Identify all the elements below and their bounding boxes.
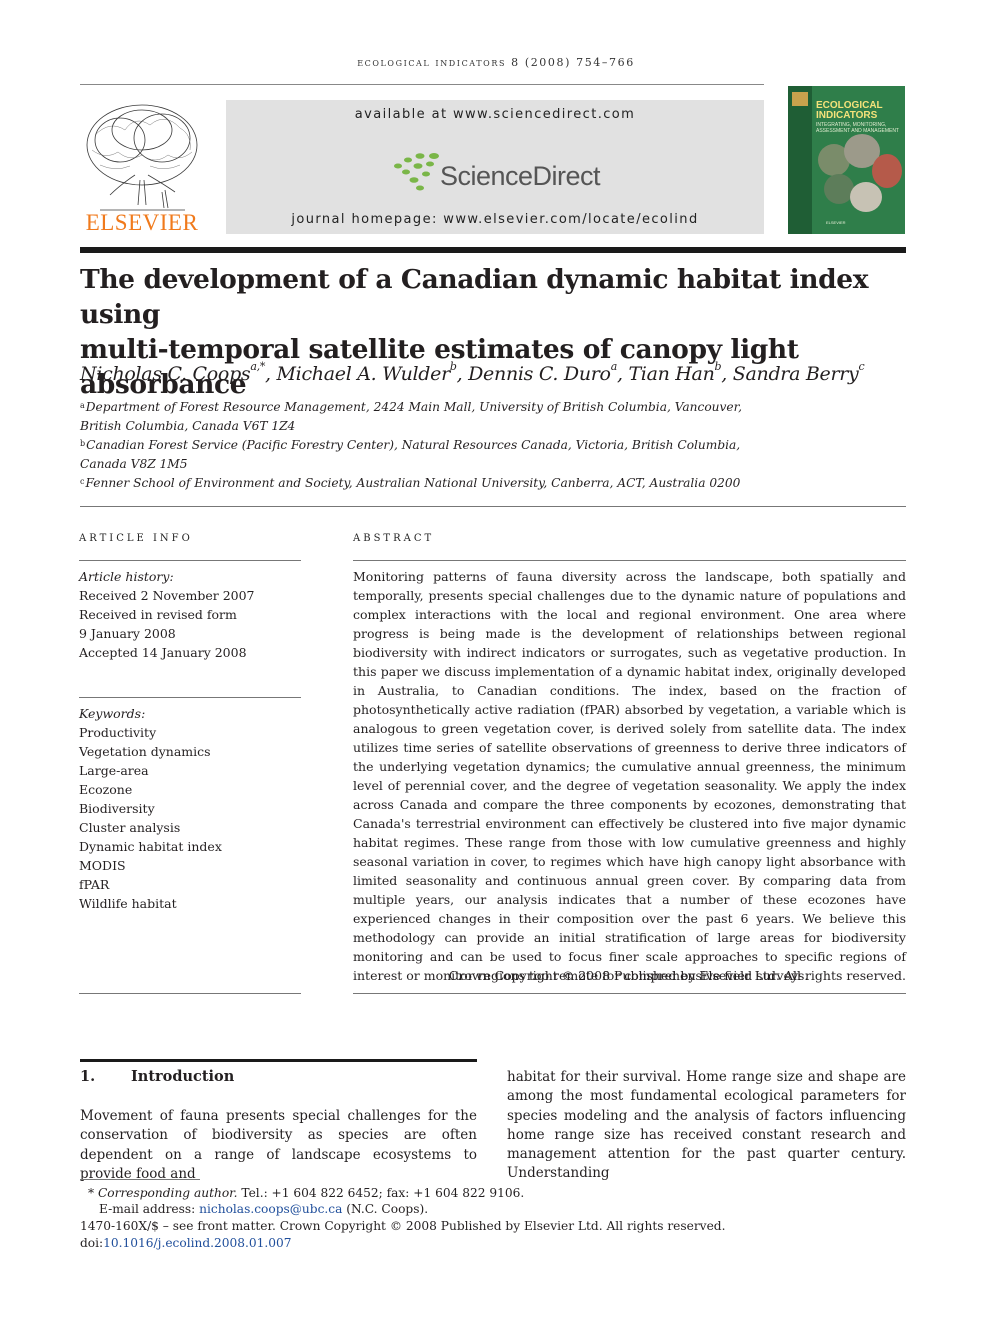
abstract-bottom-rule — [353, 993, 906, 994]
affiliation-line: Fenner School of Environment and Society… — [85, 476, 741, 490]
author-separator: , — [721, 363, 733, 385]
affiliation-rule — [80, 506, 906, 507]
affiliation-b: bCanadian Forest Service (Pacific Forest… — [80, 436, 740, 473]
elsevier-wordmark: ELSEVIER — [85, 210, 199, 235]
footnote-marker: * — [88, 1186, 95, 1200]
author-separator: , — [265, 363, 277, 385]
introduction-left-column: Movement of fauna presents special chall… — [80, 1108, 477, 1182]
corresponding-author-footnote: * Corresponding author. Tel.: +1 604 822… — [80, 1185, 524, 1202]
author-name: Michael A. Wulder — [276, 363, 451, 385]
title-rule — [80, 247, 906, 253]
author-affiliation-marker[interactable]: b — [715, 360, 722, 373]
journal-citation: ecological indicators 8 (2008) 754–766 — [357, 56, 635, 69]
abstract-heading: abstract — [353, 533, 435, 544]
author-separator: , — [616, 363, 629, 385]
section-number: 1. — [80, 1068, 96, 1085]
doi-link[interactable]: 10.1016/j.ecolind.2008.01.007 — [103, 1236, 291, 1250]
article-history-label: Article history: — [79, 569, 174, 584]
cover-footer: ELSEVIER — [826, 220, 846, 225]
history-item: 9 January 2008 — [79, 626, 176, 641]
available-at-text: available at www.sciencedirect.com — [354, 107, 636, 122]
cover-title-line2: INDICATORS — [816, 110, 878, 121]
keyword: MODIS — [79, 858, 126, 873]
cover-title: ECOLOGICAL INDICATORS — [816, 101, 883, 121]
keywords-label: Keywords: — [79, 706, 146, 721]
keyword: Cluster analysis — [79, 820, 181, 835]
section-title: Introduction — [131, 1068, 235, 1085]
history-item: Received in revised form — [79, 607, 237, 622]
history-item: Accepted 14 January 2008 — [79, 645, 247, 660]
abstract-text: Monitoring patterns of fauna diversity a… — [353, 569, 906, 983]
affiliation-line: Canada V8Z 1M5 — [80, 456, 188, 471]
introduction-right-column: habitat for their survival. Home range s… — [507, 1069, 906, 1182]
affiliation-key: a — [80, 401, 85, 410]
email-link[interactable]: nicholas.coops@ubc.ca — [199, 1202, 342, 1216]
author-name: Tian Han — [628, 363, 715, 385]
keyword: Large-area — [79, 763, 149, 778]
author-affiliation-marker[interactable]: c — [858, 360, 864, 373]
author-name: Sandra Berry — [732, 363, 859, 385]
affiliation-key: c — [80, 477, 85, 486]
author-separator: , — [456, 363, 469, 385]
author-affiliation-marker[interactable]: a,* — [250, 360, 265, 373]
keyword: Wildlife habitat — [79, 896, 177, 911]
sciencedirect-name: ScienceDirect — [440, 161, 601, 191]
journal-homepage-text: journal homepage: www.elsevier.com/locat… — [291, 212, 699, 227]
author-name: Dennis C. Duro — [468, 363, 611, 385]
article-history: Article history: Received 2 November 200… — [79, 567, 255, 662]
keyword: Vegetation dynamics — [79, 744, 211, 759]
affiliation-key: b — [80, 439, 86, 448]
introduction-rule — [80, 1059, 477, 1062]
author-affiliation-marker[interactable]: a — [611, 360, 618, 373]
keyword: Ecozone — [79, 782, 133, 797]
header-rule — [80, 84, 764, 85]
abstract-rule — [353, 560, 906, 561]
affiliation-line: Department of Forest Resource Management… — [85, 400, 742, 414]
keyword: Dynamic habitat index — [79, 839, 222, 854]
author-name: Nicholas C. Coops — [80, 363, 251, 385]
issn-line: 1470-160X/$ – see front matter. Crown Co… — [80, 1219, 726, 1233]
email-suffix: (N.C. Coops). — [342, 1202, 429, 1216]
cover-subtitle: INTEGRATING, MONITORING, ASSESSMENT AND … — [816, 122, 899, 134]
history-item: Received 2 November 2007 — [79, 588, 255, 603]
author-list: Nicholas C. Coopsa,*, Michael A. Wulderb… — [80, 360, 910, 385]
keywords-list: Keywords: Productivity Vegetation dynami… — [79, 704, 222, 913]
abstract-copyright: Crown Copyright © 2008 Published by Else… — [448, 968, 906, 983]
email-footnote: E-mail address: nicholas.coops@ubc.ca (N… — [80, 1201, 428, 1218]
doi-line: doi:10.1016/j.ecolind.2008.01.007 — [80, 1235, 292, 1252]
affiliation-c: cFenner School of Environment and Societ… — [80, 474, 740, 493]
section-heading-introduction: 1. Introduction — [80, 1068, 234, 1085]
article-info-rule — [79, 560, 301, 561]
keyword: fPAR — [79, 877, 110, 892]
article-info-heading: article info — [79, 533, 193, 544]
corresponding-contact: Tel.: +1 604 822 6452; fax: +1 604 822 9… — [237, 1186, 525, 1200]
doi-prefix: doi: — [80, 1236, 104, 1250]
article-info-bottom-rule — [79, 993, 301, 994]
keywords-rule — [79, 697, 301, 698]
affiliation-line: Canadian Forest Service (Pacific Forestr… — [86, 438, 741, 452]
footnote-rule — [80, 1179, 200, 1180]
affiliation-a: aDepartment of Forest Resource Managemen… — [80, 398, 742, 435]
keyword: Biodiversity — [79, 801, 155, 816]
article-title-line1: The development of a Canadian dynamic ha… — [80, 264, 869, 330]
affiliation-line: British Columbia, Canada V6T 1Z4 — [80, 418, 296, 433]
author-affiliation-marker[interactable]: b — [450, 360, 457, 373]
email-label: E-mail address: — [99, 1202, 200, 1216]
keyword: Productivity — [79, 725, 157, 740]
corresponding-author-label: Corresponding author. — [97, 1186, 238, 1200]
